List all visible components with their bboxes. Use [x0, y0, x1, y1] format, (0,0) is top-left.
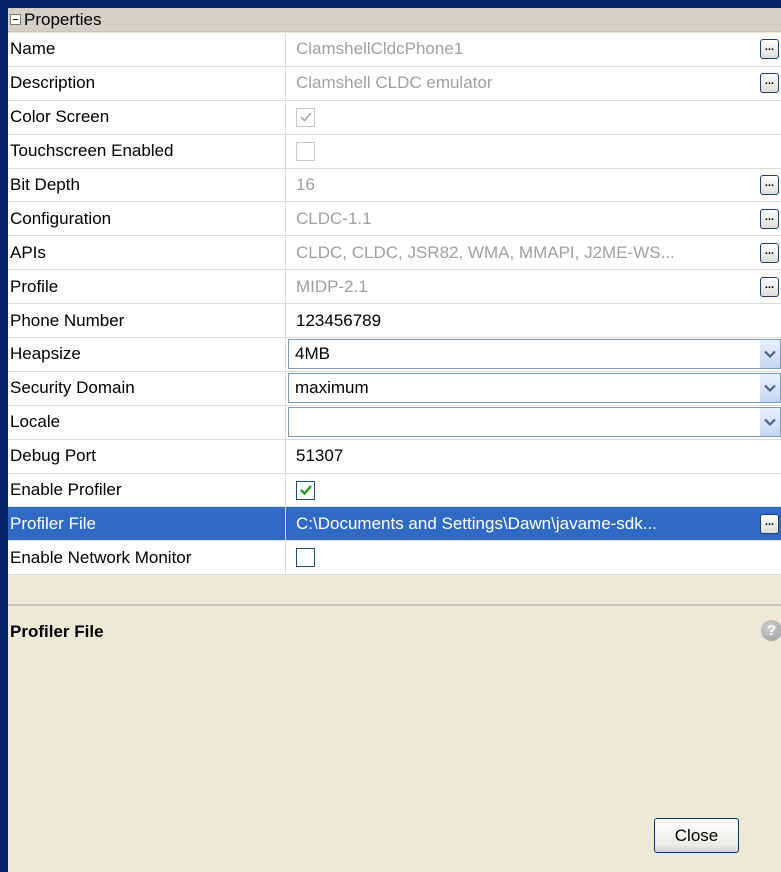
property-label: Profiler File	[8, 507, 286, 541]
property-row-locale[interactable]: Locale	[8, 405, 781, 440]
properties-dialog: Properties Name ClamshellCldcPhone1 ... …	[8, 8, 781, 872]
property-value: MIDP-2.1	[296, 276, 368, 296]
ellipsis-button[interactable]: ...	[760, 73, 779, 94]
property-grid: Name ClamshellCldcPhone1 ... Description…	[8, 33, 781, 576]
section-title: Properties	[24, 9, 102, 29]
property-row-bit-depth[interactable]: Bit Depth 16 ...	[8, 168, 781, 203]
ellipsis-button[interactable]: ...	[760, 242, 779, 263]
property-label: Color Screen	[8, 100, 286, 134]
property-row-phone-number[interactable]: Phone Number 123456789	[8, 304, 781, 339]
property-label: Configuration	[8, 202, 286, 236]
property-row-name[interactable]: Name ClamshellCldcPhone1 ...	[8, 33, 781, 67]
property-row-enable-profiler[interactable]: Enable Profiler	[8, 473, 781, 508]
phone-number-field[interactable]: 123456789	[296, 311, 781, 331]
chevron-down-icon[interactable]	[760, 374, 780, 403]
property-label: Debug Port	[8, 439, 286, 473]
property-label: APIs	[8, 236, 286, 270]
property-row-security-domain[interactable]: Security Domain maximum	[8, 371, 781, 406]
property-row-configuration[interactable]: Configuration CLDC-1.1 ...	[8, 202, 781, 237]
property-row-description[interactable]: Description Clamshell CLDC emulator ...	[8, 66, 781, 101]
property-row-network-monitor[interactable]: Enable Network Monitor	[8, 541, 781, 576]
ellipsis-button[interactable]: ...	[760, 513, 779, 534]
security-domain-dropdown[interactable]: maximum	[288, 373, 781, 404]
description-divider[interactable]	[8, 604, 781, 606]
property-label: Description	[8, 66, 286, 100]
help-icon[interactable]: ?	[761, 620, 781, 641]
ellipsis-button[interactable]: ...	[760, 208, 779, 229]
collapse-icon[interactable]	[10, 14, 21, 25]
close-button[interactable]: Close	[654, 818, 739, 853]
enable-profiler-checkbox[interactable]	[296, 480, 315, 500]
locale-dropdown[interactable]	[288, 407, 781, 438]
property-label: Touchscreen Enabled	[8, 134, 286, 168]
color-screen-checkbox	[296, 107, 315, 127]
property-value: ClamshellCldcPhone1	[296, 39, 464, 59]
property-label: Phone Number	[8, 304, 286, 338]
property-value: 16	[296, 175, 315, 194]
profiler-file-field[interactable]: C:\Documents and Settings\Dawn\javame-sd…	[296, 514, 760, 534]
chevron-down-icon[interactable]	[760, 340, 780, 369]
property-label: Bit Depth	[8, 168, 286, 202]
property-value: CLDC-1.1	[296, 208, 372, 228]
ellipsis-button[interactable]: ...	[760, 175, 779, 195]
property-label: Enable Profiler	[8, 473, 286, 507]
description-title: Profiler File	[10, 622, 104, 641]
check-icon	[300, 484, 312, 495]
property-label: Security Domain	[8, 371, 286, 405]
dropdown-value: 4MB	[295, 344, 330, 364]
check-icon	[300, 112, 312, 122]
dropdown-value: maximum	[295, 378, 369, 398]
property-row-profiler-file[interactable]: Profiler File C:\Documents and Settings\…	[8, 507, 781, 542]
chevron-down-icon[interactable]	[760, 408, 780, 437]
property-label: Enable Network Monitor	[8, 541, 286, 575]
property-row-touchscreen[interactable]: Touchscreen Enabled	[8, 134, 781, 169]
property-label: Heapsize	[8, 338, 286, 371]
properties-section-header[interactable]: Properties	[8, 8, 781, 32]
touchscreen-checkbox	[296, 141, 315, 161]
property-label: Name	[8, 33, 286, 66]
network-monitor-checkbox[interactable]	[296, 548, 315, 568]
ellipsis-button[interactable]: ...	[760, 39, 779, 60]
property-row-debug-port[interactable]: Debug Port 51307	[8, 439, 781, 474]
property-value: CLDC, CLDC, JSR82, WMA, MMAPI, J2ME-WS..…	[296, 242, 675, 262]
property-row-color-screen[interactable]: Color Screen	[8, 100, 781, 135]
debug-port-field[interactable]: 51307	[296, 446, 781, 466]
property-label: Locale	[8, 405, 286, 439]
heapsize-dropdown[interactable]: 4MB	[288, 339, 781, 370]
property-label: Profile	[8, 270, 286, 304]
property-row-heapsize[interactable]: Heapsize 4MB	[8, 338, 781, 372]
ellipsis-button[interactable]: ...	[760, 276, 779, 297]
property-row-apis[interactable]: APIs CLDC, CLDC, JSR82, WMA, MMAPI, J2ME…	[8, 236, 781, 271]
property-value: Clamshell CLDC emulator	[296, 73, 493, 93]
property-row-profile[interactable]: Profile MIDP-2.1 ...	[8, 270, 781, 305]
